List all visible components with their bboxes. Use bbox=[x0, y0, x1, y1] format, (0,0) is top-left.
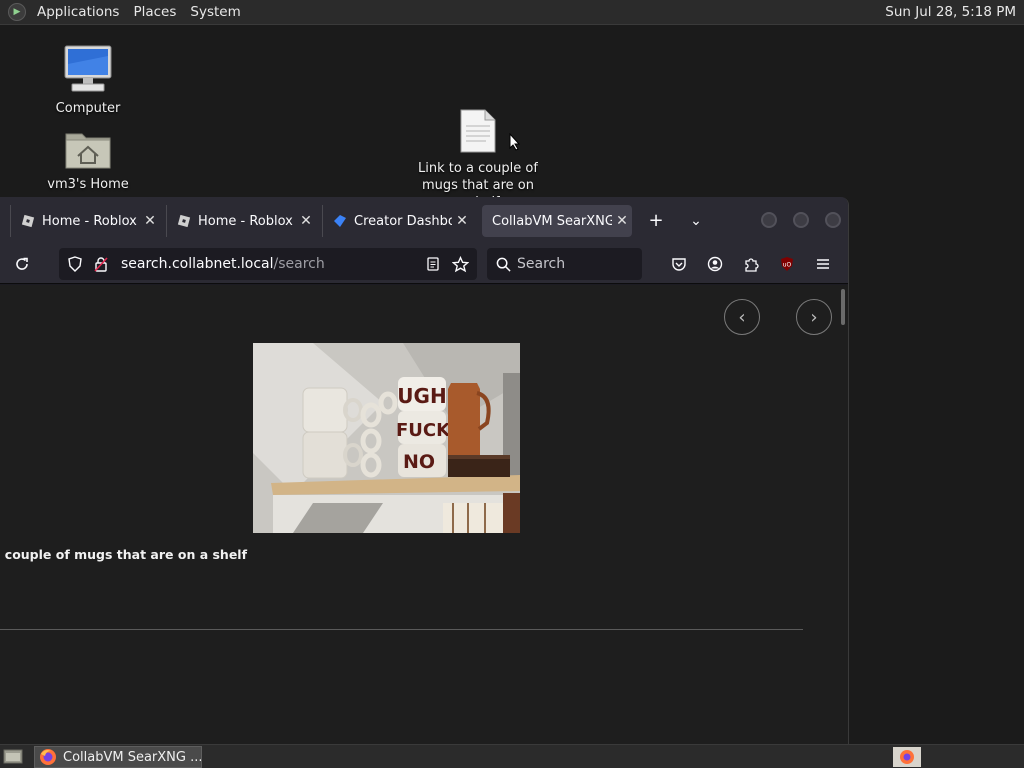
url-path: /search bbox=[273, 256, 325, 272]
chevron-right-icon: › bbox=[810, 306, 818, 328]
svg-text:uO: uO bbox=[783, 262, 792, 269]
show-desktop-icon[interactable] bbox=[3, 748, 23, 765]
pocket-button[interactable] bbox=[665, 250, 693, 278]
bookmark-star-icon[interactable] bbox=[452, 255, 469, 273]
taskbar-item-firefox[interactable]: CollabVM SearXNG ... bbox=[34, 746, 202, 768]
home-folder-icon bbox=[65, 133, 111, 169]
url-domain: search.collabnet.local bbox=[121, 256, 274, 272]
tab-title: Creator Dashboard bbox=[354, 213, 452, 229]
url-bar[interactable]: search.collabnet.local/search bbox=[59, 248, 477, 280]
app-menu-button[interactable] bbox=[809, 250, 837, 278]
tab-roblox-1[interactable]: Home - Roblox ✕ bbox=[10, 205, 160, 237]
desktop-icon-label: vm3's Home bbox=[47, 177, 129, 192]
page-content: ‹ › UGH FUCK NO a couple of mugs that ar… bbox=[0, 285, 848, 744]
desktop-icon-link[interactable]: Link to a couple of mugs that are on a s… bbox=[418, 108, 538, 198]
mug-text-1: UGH bbox=[397, 384, 446, 408]
lock-insecure-icon[interactable] bbox=[93, 256, 109, 272]
roblox-icon bbox=[21, 214, 35, 228]
desktop-icon-label: Link to a couple of mugs that are on a s… bbox=[418, 161, 538, 198]
menu-system[interactable]: System bbox=[183, 0, 247, 25]
distro-logo-icon[interactable]: ▶ bbox=[8, 3, 26, 21]
search-placeholder: Search bbox=[517, 256, 566, 272]
reload-button[interactable] bbox=[8, 250, 36, 278]
next-image-button[interactable]: › bbox=[796, 299, 832, 335]
extensions-button[interactable] bbox=[737, 250, 765, 278]
clock[interactable]: Sun Jul 28, 5:18 PM bbox=[881, 0, 1020, 25]
ublock-origin-icon: uO bbox=[781, 257, 793, 271]
browser-window: Home - Roblox ✕ Home - Roblox ✕ Creator … bbox=[0, 197, 849, 744]
tab-title: Home - Roblox bbox=[42, 213, 137, 229]
close-tab-icon[interactable]: ✕ bbox=[296, 213, 316, 229]
result-title[interactable]: a couple of mugs that are on a shelf bbox=[0, 547, 247, 562]
account-button[interactable] bbox=[701, 250, 729, 278]
chevron-left-icon: ‹ bbox=[738, 306, 746, 328]
document-icon bbox=[460, 109, 496, 153]
pocket-icon bbox=[672, 258, 686, 271]
ublock-origin-button[interactable]: uO bbox=[773, 250, 801, 278]
roblox-icon bbox=[177, 214, 191, 228]
shield-icon[interactable] bbox=[67, 256, 83, 272]
close-tab-icon[interactable]: ✕ bbox=[452, 213, 472, 229]
creator-dashboard-icon bbox=[334, 215, 346, 227]
previous-image-button[interactable]: ‹ bbox=[724, 299, 760, 335]
tab-collabvm-searxng[interactable]: CollabVM SearXNG ✕ bbox=[482, 205, 632, 237]
scrollbar[interactable] bbox=[841, 289, 845, 325]
url-text: search.collabnet.local/search bbox=[121, 256, 325, 272]
close-window-button[interactable] bbox=[825, 212, 841, 228]
search-bar[interactable]: Search bbox=[487, 248, 642, 280]
top-panel: ▶ Applications Places System Sun Jul 28,… bbox=[0, 0, 1024, 25]
close-tab-icon[interactable]: ✕ bbox=[612, 213, 632, 229]
maximize-button[interactable] bbox=[793, 212, 809, 228]
navigation-toolbar: search.collabnet.local/search Search uO bbox=[0, 244, 848, 284]
hamburger-menu-icon bbox=[817, 259, 829, 269]
computer-icon bbox=[64, 45, 112, 92]
desktop-icon-computer[interactable]: Computer bbox=[28, 44, 148, 117]
result-image[interactable]: UGH FUCK NO bbox=[253, 343, 520, 533]
new-tab-button[interactable]: + bbox=[642, 207, 670, 235]
reload-icon bbox=[16, 257, 28, 270]
minimize-button[interactable] bbox=[761, 212, 777, 228]
desktop-icon-label: Computer bbox=[55, 101, 121, 116]
taskbar-item-label: CollabVM SearXNG ... bbox=[63, 749, 202, 765]
tab-creator-dashboard[interactable]: Creator Dashboard ✕ bbox=[322, 205, 472, 237]
tab-title: CollabVM SearXNG bbox=[492, 213, 612, 229]
list-tabs-button[interactable]: ⌄ bbox=[682, 207, 710, 235]
close-tab-icon[interactable]: ✕ bbox=[140, 213, 160, 229]
tab-title: Home - Roblox bbox=[198, 213, 293, 229]
account-icon bbox=[707, 256, 723, 272]
mug-text-3: NO bbox=[403, 451, 435, 473]
mug-text-2: FUCK bbox=[396, 420, 451, 441]
menu-applications[interactable]: Applications bbox=[30, 0, 126, 25]
tray-firefox-icon[interactable] bbox=[893, 747, 921, 767]
menu-places[interactable]: Places bbox=[126, 0, 183, 25]
desktop-icon-home[interactable]: vm3's Home bbox=[28, 128, 148, 193]
search-icon bbox=[496, 257, 511, 272]
bottom-panel: CollabVM SearXNG ... bbox=[0, 744, 1024, 768]
tab-bar: Home - Roblox ✕ Home - Roblox ✕ Creator … bbox=[0, 197, 848, 244]
firefox-icon bbox=[40, 749, 56, 765]
reader-view-icon[interactable] bbox=[425, 256, 441, 272]
mouse-cursor-icon bbox=[509, 133, 521, 151]
divider bbox=[0, 629, 803, 630]
tab-roblox-2[interactable]: Home - Roblox ✕ bbox=[166, 205, 316, 237]
puzzle-icon bbox=[745, 258, 759, 272]
